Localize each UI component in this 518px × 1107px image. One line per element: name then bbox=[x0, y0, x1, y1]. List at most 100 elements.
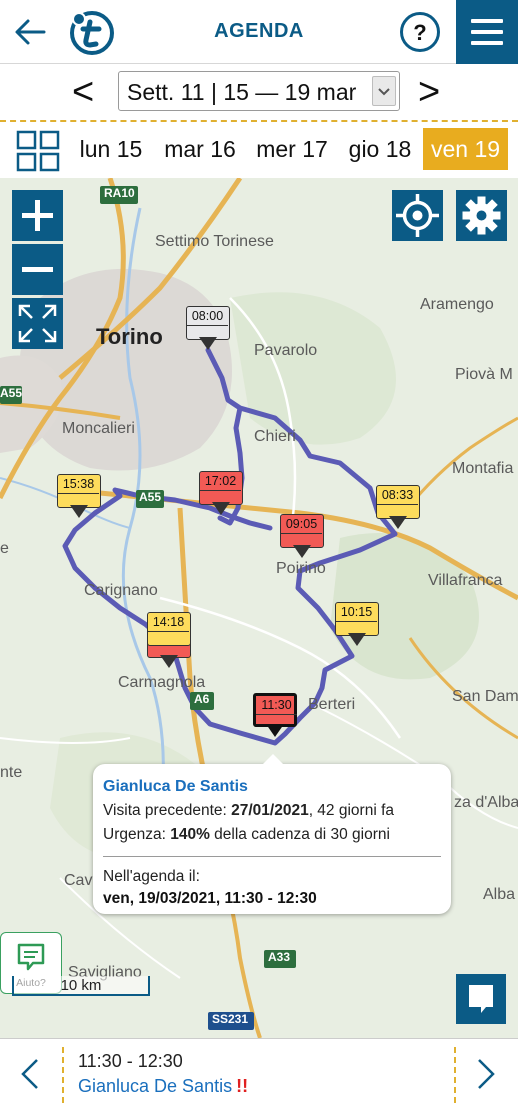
menu-line-icon bbox=[471, 30, 503, 34]
prev-week-button[interactable]: < bbox=[72, 70, 94, 114]
place-label: Aramengo bbox=[420, 296, 494, 313]
map-view[interactable]: RA10 A55 A55 A6 A33 SS231 Settimo Torine… bbox=[0, 178, 518, 1038]
fullscreen-button[interactable] bbox=[12, 298, 63, 349]
appointment-marker[interactable]: 10:15 bbox=[335, 602, 379, 648]
chevron-left-icon[interactable] bbox=[18, 1057, 42, 1091]
place-label: Settimo Torinese bbox=[155, 233, 274, 250]
map-scale: 10 km bbox=[12, 976, 150, 996]
marker-time: 10:15 bbox=[340, 605, 373, 619]
urgency-detail: della cadenza di 30 giorni bbox=[209, 826, 390, 843]
marker-time: 08:33 bbox=[381, 488, 414, 502]
popup-previous-visit: Visita precedente: 27/01/2021, 42 giorni… bbox=[103, 802, 394, 820]
urgency-badge: !! bbox=[236, 1076, 249, 1096]
top-header: AGENDA ? bbox=[0, 0, 518, 64]
marker-divider bbox=[377, 504, 418, 505]
appointment-marker[interactable]: 08:33 bbox=[376, 485, 420, 531]
previous-visit-label: Visita precedente: bbox=[103, 802, 232, 819]
day-tabs: lun 15 mar 16 mer 17 gio 18 ven 19 bbox=[0, 120, 518, 178]
menu-line-icon bbox=[471, 19, 503, 23]
week-selector-row: < Sett. 11 | 15 — 19 mar > bbox=[0, 64, 518, 120]
appointment-bottom-bar: 11:30 - 12:30 Gianluca De Santis!! bbox=[0, 1038, 518, 1107]
week-select[interactable]: Sett. 11 | 15 — 19 mar bbox=[118, 71, 400, 111]
marker-box: 08:33 bbox=[376, 485, 420, 519]
place-label: Villafranca bbox=[428, 572, 503, 589]
gear-icon bbox=[462, 196, 501, 235]
zoom-in-button[interactable] bbox=[12, 190, 63, 241]
place-label: Poirino bbox=[276, 560, 326, 577]
tab-day-lun[interactable]: lun 15 bbox=[74, 128, 148, 170]
place-label: e bbox=[0, 540, 9, 557]
marker-tip bbox=[160, 655, 178, 668]
chevron-down-icon bbox=[372, 76, 396, 106]
locate-me-button[interactable] bbox=[392, 190, 443, 241]
place-label: za d'Alba bbox=[454, 794, 518, 811]
marker-time: 11:30 bbox=[261, 698, 292, 712]
appointment-marker[interactable]: 08:00 bbox=[186, 306, 230, 352]
marker-box: 08:00 bbox=[186, 306, 230, 340]
hamburger-menu-button[interactable] bbox=[456, 0, 518, 64]
road-shield-label: A6 bbox=[194, 692, 210, 706]
road-shield-label: A55 bbox=[0, 386, 23, 400]
crosshair-icon bbox=[396, 194, 439, 237]
appointment-marker-stacked[interactable]: 14:18 bbox=[147, 612, 191, 670]
tab-day-gio[interactable]: gio 18 bbox=[342, 128, 418, 170]
popup-agenda-value: ven, 19/03/2021, 11:30 - 12:30 bbox=[103, 890, 317, 907]
map-settings-button[interactable] bbox=[456, 190, 507, 241]
marker-box: 09:05 bbox=[280, 514, 324, 548]
marker-tip bbox=[389, 516, 407, 529]
marker-time: 08:00 bbox=[191, 309, 224, 323]
zoom-out-button[interactable] bbox=[12, 244, 63, 295]
road-shield-label: A33 bbox=[268, 950, 291, 964]
marker-tip bbox=[70, 505, 88, 518]
road-shield-label: RA10 bbox=[104, 186, 135, 200]
svg-text:?: ? bbox=[413, 20, 426, 45]
place-label: nte bbox=[0, 764, 23, 781]
place-label: Pavarolo bbox=[254, 342, 318, 359]
marker-time: 09:05 bbox=[285, 517, 318, 531]
popup-agenda-label: Nell'agenda il: bbox=[103, 868, 200, 885]
appointment-time: 11:30 - 12:30 bbox=[78, 1051, 183, 1071]
appointment-marker[interactable]: 15:38 bbox=[57, 474, 101, 520]
tab-day-ven[interactable]: ven 19 bbox=[423, 128, 508, 170]
tab-day-mer[interactable]: mer 17 bbox=[250, 128, 334, 170]
previous-visit-days: , 42 giorni fa bbox=[308, 802, 394, 819]
notes-button[interactable] bbox=[456, 974, 506, 1024]
marker-time: 17:02 bbox=[204, 474, 237, 488]
marker-divider bbox=[148, 631, 189, 632]
appointment-marker[interactable]: 17:02 bbox=[199, 471, 243, 517]
help-icon[interactable]: ? bbox=[399, 11, 441, 53]
next-week-button[interactable]: > bbox=[418, 70, 440, 114]
marker-box: 17:02 bbox=[199, 471, 243, 505]
marker-time: 15:38 bbox=[62, 477, 95, 491]
appointment-marker[interactable]: 09:05 bbox=[280, 514, 324, 560]
appointment-popup[interactable]: Gianluca De Santis Visita precedente: 27… bbox=[93, 754, 451, 914]
menu-line-icon bbox=[471, 41, 503, 45]
marker-tip bbox=[348, 633, 366, 646]
popup-caret bbox=[263, 754, 283, 764]
place-label: Carignano bbox=[84, 582, 158, 599]
marker-divider bbox=[187, 325, 228, 326]
tab-day-mar[interactable]: mar 16 bbox=[158, 128, 242, 170]
appointment-marker-selected[interactable]: 11:30 bbox=[253, 693, 297, 739]
appointment-client-name: Gianluca De Santis bbox=[78, 1076, 233, 1096]
place-label: San Dam bbox=[452, 688, 518, 705]
popup-client-name[interactable]: Gianluca De Santis bbox=[103, 778, 248, 796]
chevron-right-icon[interactable] bbox=[474, 1057, 498, 1091]
plus-icon bbox=[22, 200, 53, 231]
marker-time: 14:18 bbox=[152, 615, 185, 629]
divider bbox=[454, 1047, 456, 1103]
marker-tip bbox=[293, 545, 311, 558]
comment-icon bbox=[469, 985, 493, 1013]
place-label: Chieri bbox=[254, 428, 296, 445]
marker-box: 11:30 bbox=[253, 693, 297, 727]
expand-icon bbox=[18, 304, 57, 343]
marker-box: 15:38 bbox=[57, 474, 101, 508]
map-scale-label: 10 km bbox=[60, 977, 102, 994]
marker-divider bbox=[200, 490, 241, 491]
divider bbox=[62, 1047, 64, 1103]
week-grid-icon[interactable] bbox=[16, 130, 60, 172]
place-label: Piovà M bbox=[455, 366, 513, 383]
popup-divider bbox=[103, 856, 441, 857]
minus-icon bbox=[22, 267, 53, 272]
appointment-client-link[interactable]: Gianluca De Santis!! bbox=[78, 1076, 248, 1097]
